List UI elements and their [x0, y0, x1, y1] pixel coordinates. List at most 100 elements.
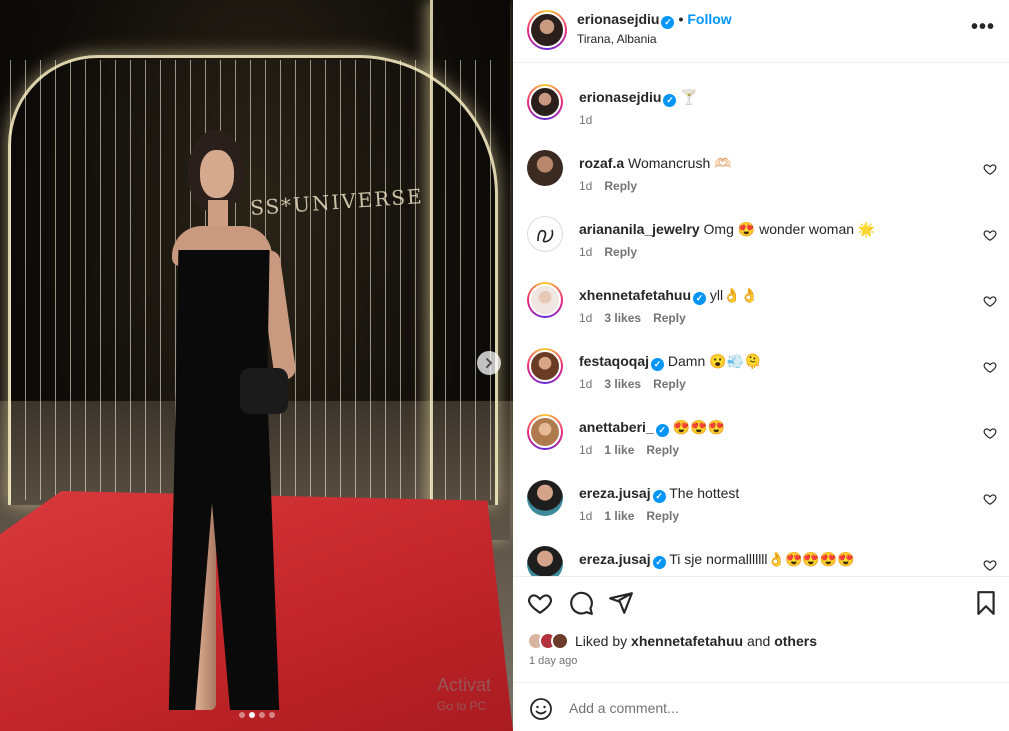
next-image-button[interactable]: [477, 351, 501, 375]
reply-button[interactable]: Reply: [653, 377, 686, 391]
comment-text: The hottest: [669, 485, 740, 501]
more-options-icon[interactable]: •••: [971, 16, 995, 39]
smiley-icon[interactable]: [529, 697, 553, 721]
post-timestamp[interactable]: 1 day ago: [529, 655, 577, 667]
comments-list[interactable]: erionasejdiu ✓ 🍸 1d rozaf.a Womancrush 🫶🏻…: [513, 64, 1009, 576]
comment-likes-count[interactable]: 3 likes: [604, 377, 641, 391]
caption-meta: 1d: [579, 113, 604, 127]
comment-likes-count[interactable]: 1 like: [604, 509, 634, 523]
comment-like-heart-icon[interactable]: [983, 492, 997, 506]
reply-button[interactable]: Reply: [646, 443, 679, 457]
avatar[interactable]: [527, 348, 563, 384]
comment-text-line: ereza.jusaj ✓ Ti sje normalllllll👌😍😍😍😍: [579, 551, 855, 569]
caption-time[interactable]: 1d: [579, 113, 592, 127]
avatar[interactable]: [527, 10, 567, 50]
comment-like-heart-icon[interactable]: [983, 228, 997, 242]
comment-like-heart-icon[interactable]: [983, 294, 997, 308]
comment-time[interactable]: 1d: [579, 443, 592, 457]
liker-avatar: [551, 632, 569, 650]
model-dress: [168, 250, 280, 710]
comment-text: 😍😍😍: [672, 419, 725, 435]
chevron-right-icon: [486, 358, 493, 368]
comment-text: yll👌👌: [709, 287, 758, 303]
avatar[interactable]: [527, 414, 563, 450]
carousel-dot: [258, 712, 265, 718]
avatar-image: [529, 416, 561, 448]
comment-username[interactable]: ariananila_jewelry: [579, 221, 700, 237]
comment-icon[interactable]: [568, 590, 594, 616]
comment-meta: 1d 1 like Reply: [579, 443, 691, 457]
comment-like-heart-icon[interactable]: [983, 558, 997, 572]
liked-by-others[interactable]: others: [774, 633, 817, 649]
comment-time[interactable]: 1d: [579, 377, 592, 391]
reply-button[interactable]: Reply: [646, 509, 679, 523]
comment-text-line: festaqoqaj ✓ Damn 😮💨🫠: [579, 353, 761, 371]
comment-like-heart-icon[interactable]: [983, 162, 997, 176]
header-username[interactable]: erionasejdiu: [577, 11, 659, 27]
verified-badge-icon: ✓: [652, 556, 666, 569]
comment-username[interactable]: rozaf.a: [579, 155, 624, 171]
avatar[interactable]: [527, 84, 563, 120]
follow-button[interactable]: Follow: [687, 11, 731, 27]
reply-button[interactable]: Reply: [604, 179, 637, 193]
comment-time[interactable]: 1d: [579, 509, 592, 523]
reply-button[interactable]: Reply: [604, 245, 637, 259]
add-comment-input[interactable]: [569, 697, 899, 719]
comment-text: Omg 😍 wonder woman 🌟: [703, 221, 876, 237]
photo-model: [150, 130, 310, 720]
comment-text-line: rozaf.a Womancrush 🫶🏻: [579, 155, 732, 172]
comment-likes-count[interactable]: 3 likes: [604, 311, 641, 325]
caption-text-line: erionasejdiu ✓ 🍸: [579, 89, 698, 107]
liked-by-row: Liked by xhennetafetahuu and others: [527, 630, 817, 652]
activation-watermark-title: Activat: [437, 675, 492, 695]
liked-by-user[interactable]: xhennetafetahuu: [631, 633, 743, 649]
verified-badge-icon: ✓: [651, 358, 665, 371]
header-user-line: erionasejdiu ✓ • Follow: [577, 11, 732, 29]
comment-text: Womancrush 🫶🏻: [628, 155, 732, 171]
comment-like-heart-icon[interactable]: [983, 426, 997, 440]
post-photo[interactable]: SS*UNIVERSE: [0, 0, 513, 731]
reply-button[interactable]: Reply: [653, 311, 686, 325]
comment-meta: 1d Reply: [579, 179, 649, 193]
model-face: [200, 150, 234, 198]
avatar[interactable]: [527, 546, 563, 576]
comment-time[interactable]: 1d: [579, 179, 592, 193]
comment-time[interactable]: 1d: [579, 245, 592, 259]
carousel-dot-active: [248, 712, 255, 718]
location-link[interactable]: Tirana, Albania: [577, 32, 657, 46]
heart-icon[interactable]: [527, 590, 553, 616]
avatar-image: [529, 284, 561, 316]
paper-plane-icon[interactable]: [608, 590, 634, 616]
avatar[interactable]: [527, 480, 563, 516]
comment-username[interactable]: ereza.jusaj: [579, 551, 651, 567]
comment-username[interactable]: festaqoqaj: [579, 353, 649, 369]
liked-by-and: and: [746, 633, 771, 649]
verified-badge-icon: ✓: [663, 94, 677, 107]
comment-username[interactable]: ereza.jusaj: [579, 485, 651, 501]
avatar[interactable]: [527, 150, 563, 186]
liked-by-prefix: Liked by: [575, 633, 628, 649]
comment-text-line: ereza.jusaj ✓ The hottest: [579, 485, 739, 503]
comment-meta: 1d 1 like Reply: [579, 509, 691, 523]
comment-likes-count[interactable]: 1 like: [604, 443, 634, 457]
caption-username[interactable]: erionasejdiu: [579, 89, 661, 105]
comment-text-line: xhennetafetahuu ✓ yll👌👌: [579, 287, 758, 305]
avatar-image: [529, 86, 561, 118]
bookmark-icon[interactable]: [973, 590, 999, 616]
verified-badge-icon: ✓: [655, 424, 669, 437]
comment-username[interactable]: anettaberi_: [579, 419, 654, 435]
comment-time[interactable]: 1d: [579, 311, 592, 325]
verified-badge-icon: ✓: [652, 490, 666, 503]
avatar[interactable]: [527, 216, 563, 252]
header-separator: •: [678, 11, 684, 27]
comment-username[interactable]: xhennetafetahuu: [579, 287, 691, 303]
comment-like-heart-icon[interactable]: [983, 360, 997, 374]
avatar-image: [529, 350, 561, 382]
comment-text: Damn 😮💨🫠: [667, 353, 762, 369]
avatar[interactable]: [527, 282, 563, 318]
post-side-panel: erionasejdiu ✓ • Follow Tirana, Albania •••…: [513, 0, 1009, 731]
jewelry-logo-icon: [537, 229, 554, 243]
model-handbag: [240, 368, 288, 414]
carousel-dot: [268, 712, 275, 718]
comment-meta: 1d 3 likes Reply: [579, 377, 698, 391]
